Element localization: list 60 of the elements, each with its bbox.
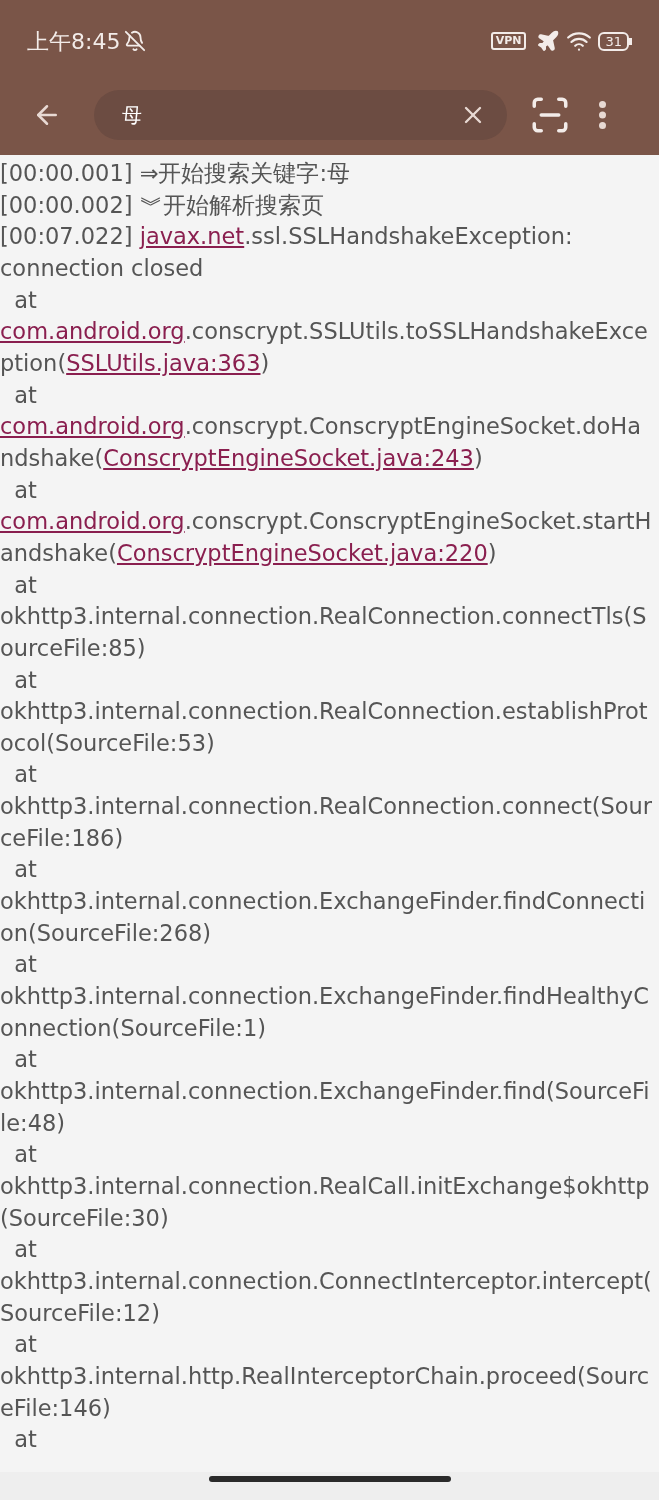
log-text: SourceFile:12) bbox=[0, 1299, 160, 1326]
log-text: at bbox=[13, 856, 37, 883]
log-text: okhttp3.internal.connection.RealConnection.connect(Sour bbox=[0, 793, 653, 820]
log-text: at bbox=[13, 1426, 37, 1453]
search-field[interactable]: 母 bbox=[94, 89, 507, 140]
log-text: eFile:146) bbox=[0, 1394, 111, 1421]
log-text: .conscrypt.SSLUtils.toSSLHandshakeExce bbox=[184, 318, 648, 345]
bell-off-icon bbox=[124, 30, 147, 52]
log-text: okhttp3.internal.connection.ExchangeFinder.findConnecti bbox=[0, 888, 646, 915]
log-text: .conscrypt.ConscryptEngineSocket.startH bbox=[184, 508, 652, 535]
log-text: at bbox=[13, 951, 37, 978]
log-text: okhttp3.internal.connection.ExchangeFinder.find(SourceFi bbox=[0, 1078, 650, 1105]
vpn-badge: VPN bbox=[490, 32, 527, 50]
log-link[interactable]: com.android.org bbox=[0, 413, 185, 440]
log-text: .ssl.SSLHandshakeException: bbox=[244, 223, 573, 250]
log-text: [00:07.022] bbox=[0, 223, 134, 250]
log-text: ocol(SourceFile:53) bbox=[0, 729, 215, 756]
log-text: at bbox=[13, 1331, 37, 1358]
more-icon bbox=[599, 100, 606, 129]
log-text: at bbox=[13, 761, 37, 788]
log-text: on(SourceFile:268) bbox=[0, 919, 212, 946]
log-text: okhttp3.internal.connection.RealConnection.connectTls(S bbox=[0, 603, 647, 630]
log-link[interactable]: com.android.org bbox=[0, 508, 185, 535]
log-text: ) bbox=[487, 539, 497, 566]
log-text: at bbox=[13, 381, 37, 408]
log-text: at bbox=[13, 571, 37, 598]
log-text: andshake( bbox=[0, 539, 117, 566]
log-link[interactable]: com.android.org bbox=[0, 318, 185, 345]
log-text: ourceFile:85) bbox=[0, 634, 146, 661]
log-text: ) bbox=[260, 349, 270, 376]
log-text: .conscrypt.ConscryptEngineSocket.doHa bbox=[184, 413, 641, 440]
log-text: okhttp3.internal.connection.RealCall.initExchange$okhttp bbox=[0, 1173, 650, 1199]
log-text: at bbox=[13, 1046, 37, 1073]
log-text: at bbox=[13, 1236, 37, 1263]
log-text: at bbox=[13, 286, 37, 313]
battery-icon: 31 bbox=[598, 31, 632, 51]
log-text: okhttp3.internal.connection.ConnectInterceptor.intercept( bbox=[0, 1267, 652, 1294]
more-button[interactable] bbox=[599, 100, 606, 129]
log-link[interactable]: SSLUtils.java:363 bbox=[66, 349, 261, 376]
log-text: okhttp3.internal.connection.RealConnection.establishProt bbox=[0, 698, 648, 725]
log-text: (SourceFile:30) bbox=[0, 1204, 169, 1231]
log-text: at bbox=[13, 1141, 37, 1168]
log-text: okhttp3.internal.connection.ExchangeFinder.findHealthyC bbox=[0, 983, 649, 1010]
status-time: 上午8:45 bbox=[27, 27, 121, 56]
log-text: [00:00.001] ⇒开始搜索关键字:母 bbox=[0, 160, 351, 186]
log-text: ption( bbox=[0, 349, 67, 376]
log-text: okhttp3.internal.http.RealInterceptorChain.proceed(Sourc bbox=[0, 1362, 650, 1389]
log-link[interactable]: javax.net bbox=[139, 223, 245, 250]
log-text: le:48) bbox=[0, 1109, 66, 1136]
log-link[interactable]: ConscryptEngineSocket.java:243 bbox=[103, 444, 474, 471]
log-link[interactable]: ConscryptEngineSocket.java:220 bbox=[116, 539, 488, 566]
log-text: [00:00.002] ︾开始解析搜索页 bbox=[0, 191, 324, 218]
log-text: ceFile:186) bbox=[0, 824, 124, 851]
log-text: onnection(SourceFile:1) bbox=[0, 1014, 266, 1041]
log-text: at bbox=[13, 666, 37, 693]
log-text: ndshake( bbox=[0, 444, 104, 471]
log-text: at bbox=[13, 476, 37, 503]
airplane-icon bbox=[536, 29, 561, 53]
log-text: ) bbox=[473, 444, 483, 471]
log-text: connection closed bbox=[0, 254, 204, 281]
